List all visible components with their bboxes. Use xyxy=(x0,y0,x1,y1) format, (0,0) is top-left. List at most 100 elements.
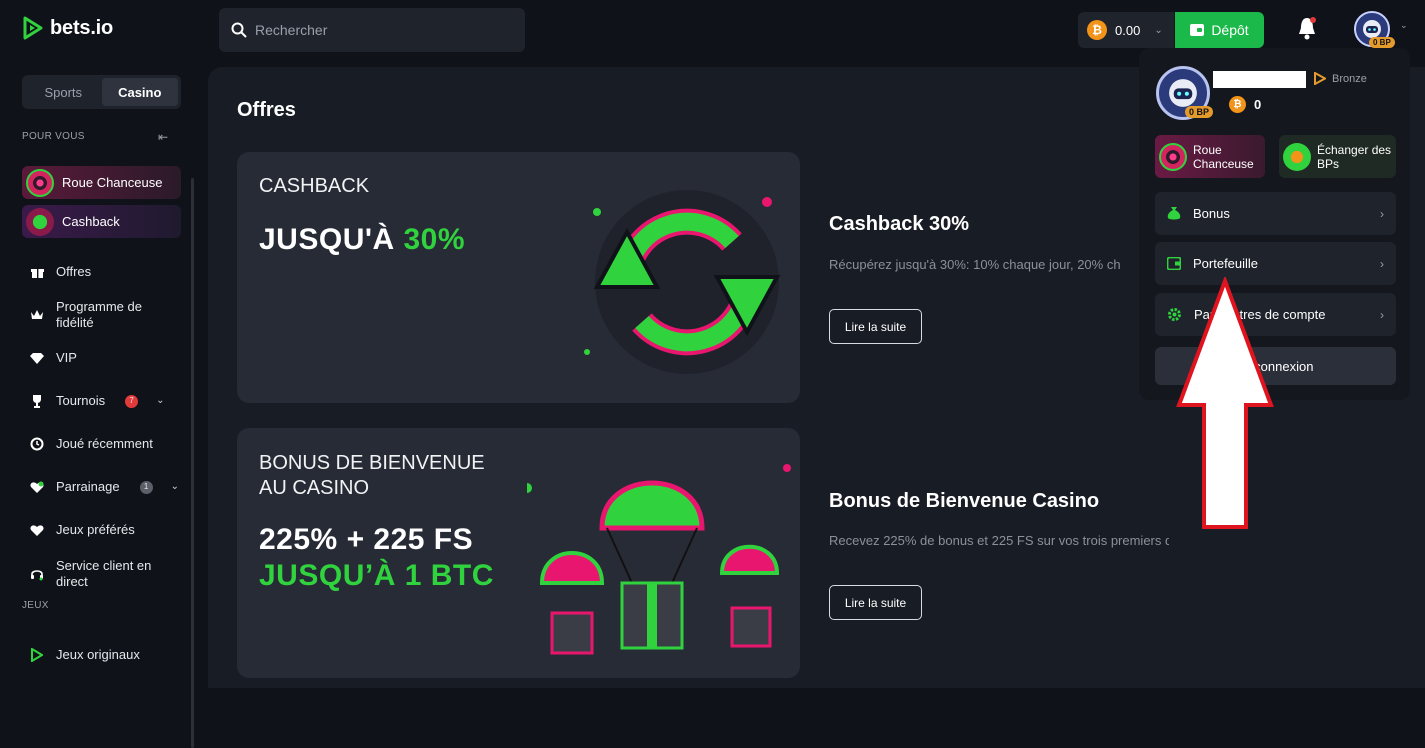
sidebar-item-label: Offres xyxy=(56,264,92,279)
dropdown-lucky-wheel[interactable]: Roue Chanceuse xyxy=(1155,135,1265,178)
parachute-gifts-illustration xyxy=(527,464,791,655)
dropdown-bp-badge: 0 BP xyxy=(1185,106,1214,118)
section-games: JEUX xyxy=(22,600,49,611)
sidebar-item-vip[interactable]: VIP xyxy=(30,350,77,366)
promo-label: Roue Chanceuse xyxy=(62,175,163,190)
avatar-chevron-icon[interactable]: ⌄ xyxy=(1400,20,1408,31)
promo-label: Échanger des BPs xyxy=(1317,142,1392,171)
lucky-wheel-icon xyxy=(26,168,54,197)
promo-label: Roue Chanceuse xyxy=(1193,142,1254,171)
section-for-you: POUR VOUS xyxy=(22,131,85,142)
promo-lucky-wheel[interactable]: Roue Chanceuse xyxy=(22,166,181,199)
brand-name: bets.io xyxy=(50,16,114,39)
sport-casino-toggle: Sports Casino xyxy=(22,75,181,109)
sidebar-item-label: VIP xyxy=(56,350,77,365)
robot-avatar-icon xyxy=(1169,79,1197,107)
offer-title: Bonus de Bienvenue Casino xyxy=(829,490,1100,512)
menu-item-label: Portefeuille xyxy=(1193,256,1259,271)
banner-heading-line2: AU CASINO xyxy=(259,477,370,499)
logo-icon xyxy=(23,16,43,40)
read-more-button[interactable]: Lire la suite xyxy=(829,585,922,620)
sidebar-item-favorites[interactable]: Jeux préférés xyxy=(30,522,135,538)
deposit-label: Dépôt xyxy=(1211,22,1249,38)
search-input[interactable] xyxy=(255,22,495,38)
wallet-icon xyxy=(1190,24,1205,36)
lucky-wheel-icon xyxy=(1159,142,1187,171)
notification-icon[interactable] xyxy=(1296,16,1318,42)
menu-item-bonus[interactable]: Bonus › xyxy=(1155,192,1396,235)
avatar-bp-badge: 0 BP xyxy=(1369,37,1395,48)
rank-label: Bronze xyxy=(1314,72,1367,85)
trophy-icon xyxy=(30,394,44,408)
dropdown-exchange-bp[interactable]: Échanger des BPs xyxy=(1279,135,1396,178)
sidebar-item-originals[interactable]: Jeux originaux xyxy=(30,647,140,663)
read-more-button[interactable]: Lire la suite xyxy=(829,309,922,344)
crown-icon xyxy=(30,308,44,322)
chevron-down-icon: ⌄ xyxy=(1154,24,1163,36)
search-icon xyxy=(231,22,247,38)
dropdown-balance-value: 0 xyxy=(1254,97,1262,112)
money-bag-icon xyxy=(1167,207,1181,220)
brand-logo[interactable]: bets.io xyxy=(22,16,113,40)
history-icon xyxy=(30,437,44,451)
exchange-bp-icon xyxy=(1283,142,1311,171)
sidebar-item-label: Programme de fidélité xyxy=(56,299,142,330)
banner-subheading: 225% + 225 FS xyxy=(259,523,474,556)
dropdown-balance: ₿ 0 xyxy=(1229,96,1261,113)
banner-heading: CASHBACK xyxy=(259,175,370,197)
originals-icon xyxy=(30,648,44,662)
chevron-right-icon: › xyxy=(1380,256,1384,271)
tab-casino[interactable]: Casino xyxy=(101,78,178,106)
banner-subheading-prefix: JUSQU'À xyxy=(259,223,404,256)
offer-description: Recevez 225% de bonus et 225 FS sur vos … xyxy=(829,533,1169,548)
page-title: Offres xyxy=(237,99,296,121)
bitcoin-icon: ₿ xyxy=(1087,20,1107,40)
cashback-icon xyxy=(26,207,54,236)
sidebar-item-recent[interactable]: Joué récemment xyxy=(30,436,153,452)
balance-value: 0.00 xyxy=(1115,22,1141,38)
cashback-arrows-illustration xyxy=(584,190,781,374)
bitcoin-icon: ₿ xyxy=(1229,96,1246,113)
sidebar-item-offers[interactable]: Offres xyxy=(30,264,91,280)
banner-heading: BONUS DE BIENVENUE xyxy=(259,452,485,474)
cashback-banner[interactable]: CASHBACK JUSQU'À 30% xyxy=(237,152,800,403)
username-redacted xyxy=(1213,71,1306,88)
sidebar-item-loyalty[interactable]: Programme de fidélité xyxy=(30,299,170,331)
sidebar-item-label: Parrainage xyxy=(56,479,120,494)
banner-highlight: 30% xyxy=(403,223,466,256)
rank-text: Bronze xyxy=(1332,72,1367,85)
diamond-icon xyxy=(30,351,44,365)
promo-cashback[interactable]: Cashback xyxy=(22,205,181,238)
sidebar-item-label: Joué récemment xyxy=(56,436,153,451)
gift-icon xyxy=(30,265,44,279)
sidebar-item-referral[interactable]: Parrainage 1 ⌄ xyxy=(30,479,179,495)
offer-description: Récupérez jusqu'à 30%: 10% chaque jour, … xyxy=(829,257,1121,272)
bronze-rank-icon xyxy=(1314,72,1326,85)
chevron-down-icon[interactable]: ⌄ xyxy=(171,479,179,495)
sidebar-scrollbar[interactable] xyxy=(191,178,194,748)
banner-highlight: JUSQU’À 1 BTC xyxy=(259,559,494,592)
referral-count-badge: 1 xyxy=(139,480,153,494)
sidebar: Sports Casino POUR VOUS ⇤ Roue Chanceuse… xyxy=(0,60,200,748)
headset-icon xyxy=(30,567,44,581)
offer-title: Cashback 30% xyxy=(829,213,970,235)
banner-subheading: JUSQU'À 30% xyxy=(259,223,465,257)
tournaments-count-badge: 7 xyxy=(125,394,139,408)
chevron-down-icon[interactable]: ⌄ xyxy=(156,393,164,409)
referral-icon xyxy=(30,480,44,494)
chevron-right-icon: › xyxy=(1380,307,1384,322)
chevron-right-icon: › xyxy=(1380,206,1384,221)
sidebar-item-support[interactable]: Service client en direct xyxy=(30,558,170,590)
sidebar-item-label: Jeux préférés xyxy=(56,522,135,537)
balance-selector[interactable]: ₿ 0.00 ⌄ xyxy=(1078,12,1174,48)
sidebar-item-tournaments[interactable]: Tournois 7 ⌄ xyxy=(30,393,165,409)
collapse-sidebar-icon[interactable]: ⇤ xyxy=(158,130,168,144)
deposit-button[interactable]: Dépôt xyxy=(1175,12,1264,48)
tab-sports[interactable]: Sports xyxy=(25,78,102,106)
sidebar-item-label: Tournois xyxy=(56,393,106,408)
sidebar-item-label: Jeux originaux xyxy=(56,647,140,662)
annotation-arrow-icon xyxy=(1176,277,1274,529)
search-bar[interactable] xyxy=(219,8,525,52)
menu-item-label: Bonus xyxy=(1193,206,1230,221)
welcome-bonus-banner[interactable]: BONUS DE BIENVENUE AU CASINO 225% + 225 … xyxy=(237,428,800,678)
